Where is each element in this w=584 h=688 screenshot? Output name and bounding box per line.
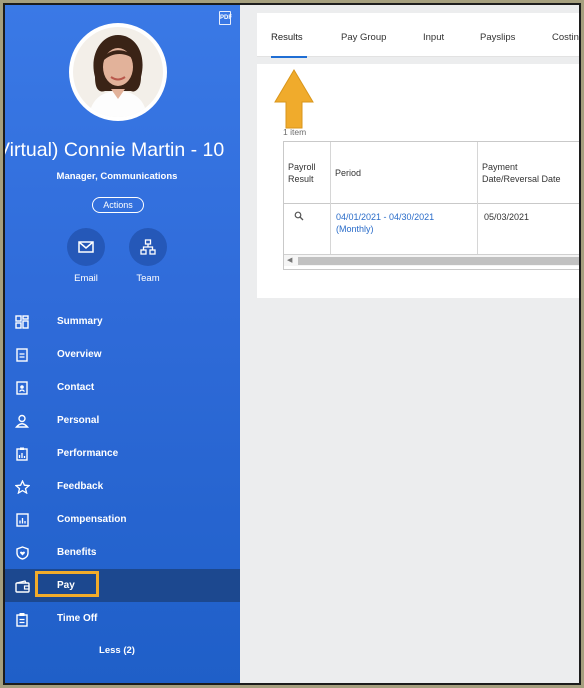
- tab-bar: Results Pay Group Input Payslips Costin: [257, 13, 579, 58]
- tab-payslips[interactable]: Payslips: [480, 32, 515, 43]
- nav-label: Time Off: [57, 613, 98, 624]
- worker-sidebar: PDF Virtual) Connie Martin - 10 Manager,…: [5, 5, 240, 683]
- payment-date-value: 05/03/2021: [484, 212, 530, 222]
- header-period[interactable]: Period: [335, 167, 361, 179]
- nav-label: Performance: [57, 448, 119, 459]
- nav-label: Compensation: [57, 514, 127, 525]
- team-button[interactable]: [129, 228, 167, 266]
- performance-icon: [14, 446, 30, 462]
- results-panel: 1 item Payroll Result Period Payment Dat…: [257, 64, 579, 298]
- nav-item-personal[interactable]: Personal: [5, 404, 240, 437]
- main-content: Results Pay Group Input Payslips Costin …: [240, 5, 579, 683]
- nav-item-benefits[interactable]: Benefits: [5, 536, 240, 569]
- app-frame: PDF Virtual) Connie Martin - 10 Manager,…: [3, 3, 581, 685]
- nav-item-compensation[interactable]: Compensation: [5, 503, 240, 536]
- nav-item-pay[interactable]: Pay: [5, 569, 240, 602]
- item-count: 1 item: [283, 127, 307, 137]
- team-label: Team: [136, 273, 160, 284]
- org-chart-icon: [140, 239, 156, 255]
- profile-photo: [73, 27, 163, 117]
- contact-icon: [14, 380, 30, 396]
- actions-button[interactable]: Actions: [92, 197, 144, 213]
- compensation-icon: [14, 512, 30, 528]
- header-line: Payment: [482, 162, 518, 172]
- worker-title: Manager, Communications: [56, 171, 178, 182]
- email-label: Email: [74, 273, 98, 284]
- active-tab-indicator: [271, 56, 307, 58]
- nav-item-contact[interactable]: Contact: [5, 371, 240, 404]
- email-button[interactable]: [67, 228, 105, 266]
- header-line: Result: [288, 174, 314, 184]
- nav-item-summary[interactable]: Summary: [5, 305, 240, 338]
- worker-nav: Summary Overview Contact Personal Perfor…: [5, 305, 240, 635]
- person-icon: [14, 413, 30, 429]
- tab-results[interactable]: Results: [271, 32, 303, 43]
- less-link[interactable]: Less (2): [5, 645, 229, 656]
- time-off-icon: [14, 611, 30, 627]
- period-range: 04/01/2021 - 04/30/2021: [336, 212, 435, 222]
- scroll-left-icon[interactable]: ◀: [287, 256, 292, 264]
- nav-label: Overview: [57, 349, 102, 360]
- nav-item-performance[interactable]: Performance: [5, 437, 240, 470]
- nav-label: Summary: [57, 316, 103, 327]
- nav-item-overview[interactable]: Overview: [5, 338, 240, 371]
- nav-item-feedback[interactable]: Feedback: [5, 470, 240, 503]
- nav-label: Pay: [57, 580, 75, 591]
- search-icon[interactable]: [294, 211, 304, 224]
- tab-pay-group[interactable]: Pay Group: [341, 32, 386, 43]
- period-frequency: (Monthly): [336, 224, 374, 234]
- avatar: [69, 23, 167, 121]
- nav-label: Personal: [57, 415, 100, 426]
- header-payment-date[interactable]: Payment Date/Reversal Date: [482, 161, 561, 185]
- nav-item-time-off[interactable]: Time Off: [5, 602, 240, 635]
- column-divider: [330, 142, 331, 254]
- worker-name: Virtual) Connie Martin - 10: [5, 139, 225, 161]
- pdf-icon[interactable]: PDF: [219, 11, 232, 25]
- tab-costing[interactable]: Costin: [552, 32, 579, 43]
- benefits-icon: [14, 545, 30, 561]
- summary-icon: [14, 314, 30, 330]
- star-icon: [14, 479, 30, 495]
- nav-label: Benefits: [57, 547, 97, 558]
- mail-icon: [78, 241, 94, 253]
- header-line: Payroll: [288, 162, 316, 172]
- column-divider: [477, 142, 478, 254]
- horizontal-scrollbar[interactable]: ◀: [284, 254, 579, 266]
- scrollbar-thumb[interactable]: [298, 257, 579, 265]
- overview-icon: [14, 347, 30, 363]
- up-arrow-icon: [274, 69, 314, 129]
- period-link[interactable]: 04/01/2021 - 04/30/2021 (Monthly): [336, 211, 434, 235]
- nav-label: Feedback: [57, 481, 104, 492]
- header-payroll-result[interactable]: Payroll Result: [288, 161, 316, 185]
- results-grid: Payroll Result Period Payment Date/Rever…: [283, 141, 579, 270]
- nav-label: Contact: [57, 382, 95, 393]
- wallet-icon: [14, 578, 30, 594]
- tab-input[interactable]: Input: [423, 32, 444, 43]
- header-line: Date/Reversal Date: [482, 174, 561, 184]
